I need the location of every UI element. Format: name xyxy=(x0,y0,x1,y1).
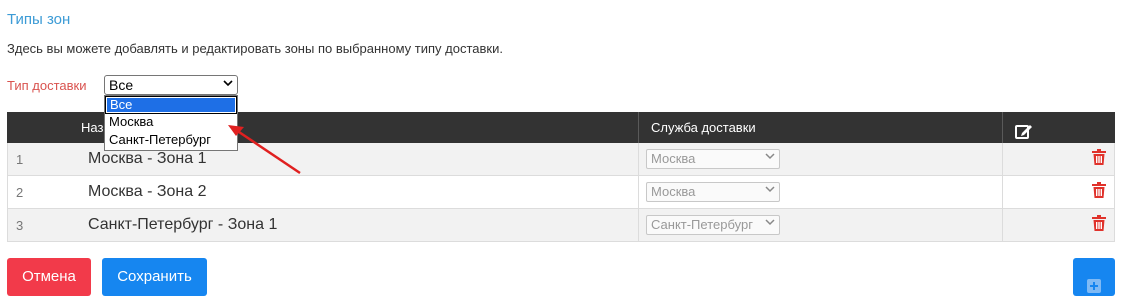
delivery-type-dropdown: Все Москва Санкт-Петербург xyxy=(104,95,238,151)
delivery-option-moscow[interactable]: Москва xyxy=(105,114,237,132)
service-select[interactable]: Москва xyxy=(646,149,780,169)
row-number: 2 xyxy=(16,184,24,200)
table-row: 2 Москва - Зона 2 Москва xyxy=(7,176,1115,209)
service-cell: Москва xyxy=(639,176,1003,208)
page-title: Типы зон xyxy=(7,11,71,28)
zone-name-input[interactable]: Санкт-Петербург - Зона 1 xyxy=(69,209,639,241)
add-zone-button[interactable] xyxy=(1073,258,1115,296)
row-actions xyxy=(1003,143,1114,175)
chevron-down-icon xyxy=(765,183,775,201)
header-edit[interactable] xyxy=(1003,112,1115,143)
row-number: 3 xyxy=(16,217,24,233)
plus-square-icon xyxy=(1087,270,1101,308)
service-cell: Санкт-Петербург xyxy=(639,209,1003,241)
header-service: Служба доставки xyxy=(639,112,1003,143)
service-value: Москва xyxy=(651,151,696,166)
row-actions xyxy=(1003,176,1114,208)
trash-icon[interactable] xyxy=(1092,148,1106,170)
save-button[interactable]: Сохранить xyxy=(102,258,207,296)
trash-icon[interactable] xyxy=(1092,214,1106,236)
row-number: 1 xyxy=(16,151,24,167)
service-value: Санкт-Петербург xyxy=(651,217,753,232)
service-value: Москва xyxy=(651,184,696,199)
zone-name-input[interactable]: Москва - Зона 2 xyxy=(69,176,639,208)
row-actions xyxy=(1003,209,1114,241)
header-number xyxy=(7,112,69,143)
delivery-option-spb[interactable]: Санкт-Петербург xyxy=(105,132,237,150)
chevron-down-icon xyxy=(765,150,775,168)
service-cell: Москва xyxy=(639,143,1003,175)
service-select[interactable]: Санкт-Петербург xyxy=(646,215,780,235)
delivery-option-all[interactable]: Все xyxy=(105,96,237,114)
trash-icon[interactable] xyxy=(1092,181,1106,203)
delivery-type-select[interactable]: Все xyxy=(104,75,238,95)
cancel-button[interactable]: Отмена xyxy=(7,258,91,296)
page-description: Здесь вы можете добавлять и редактироват… xyxy=(7,41,503,56)
delivery-type-selected-value: Все xyxy=(109,77,134,93)
chevron-down-icon xyxy=(223,77,233,93)
table-row: 3 Санкт-Петербург - Зона 1 Санкт-Петербу… xyxy=(7,209,1115,242)
chevron-down-icon xyxy=(765,216,775,234)
service-select[interactable]: Москва xyxy=(646,182,780,202)
delivery-type-label: Тип доставки xyxy=(7,78,87,93)
